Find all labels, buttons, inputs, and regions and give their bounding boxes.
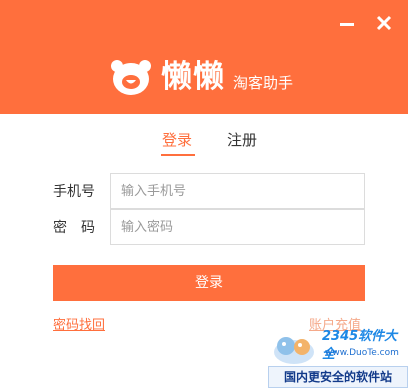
phone-label: 手机号 bbox=[53, 184, 95, 200]
watermark-url: www.DuoTe.com bbox=[325, 348, 399, 358]
tab-login[interactable]: 登录 bbox=[162, 128, 192, 152]
watermark-tagline: 国内更安全的软件站 bbox=[268, 366, 408, 388]
app-name: 懒懒 bbox=[161, 59, 225, 95]
phone-input[interactable] bbox=[110, 173, 365, 209]
minimize-icon[interactable] bbox=[337, 12, 359, 34]
forgot-password-link[interactable]: 密码找回 bbox=[53, 314, 105, 333]
password-label: 密 码 bbox=[53, 220, 95, 236]
login-button[interactable]: 登录 bbox=[53, 265, 365, 301]
app-logo: 懒懒 淘客助手 bbox=[109, 52, 293, 102]
close-icon[interactable] bbox=[373, 12, 395, 34]
active-tab-indicator bbox=[161, 154, 195, 156]
app-subtitle: 淘客助手 bbox=[233, 74, 294, 92]
bear-face-icon bbox=[109, 57, 153, 97]
header-banner: 懒懒 淘客助手 bbox=[0, 0, 408, 114]
watermark: 2345软件大全 www.DuoTe.com 国内更安全的软件站 bbox=[264, 328, 408, 389]
auth-tabs: 登录 注册 bbox=[0, 128, 408, 158]
mascot-icon bbox=[266, 330, 322, 366]
tab-register[interactable]: 注册 bbox=[227, 128, 257, 152]
password-input[interactable] bbox=[110, 209, 365, 245]
